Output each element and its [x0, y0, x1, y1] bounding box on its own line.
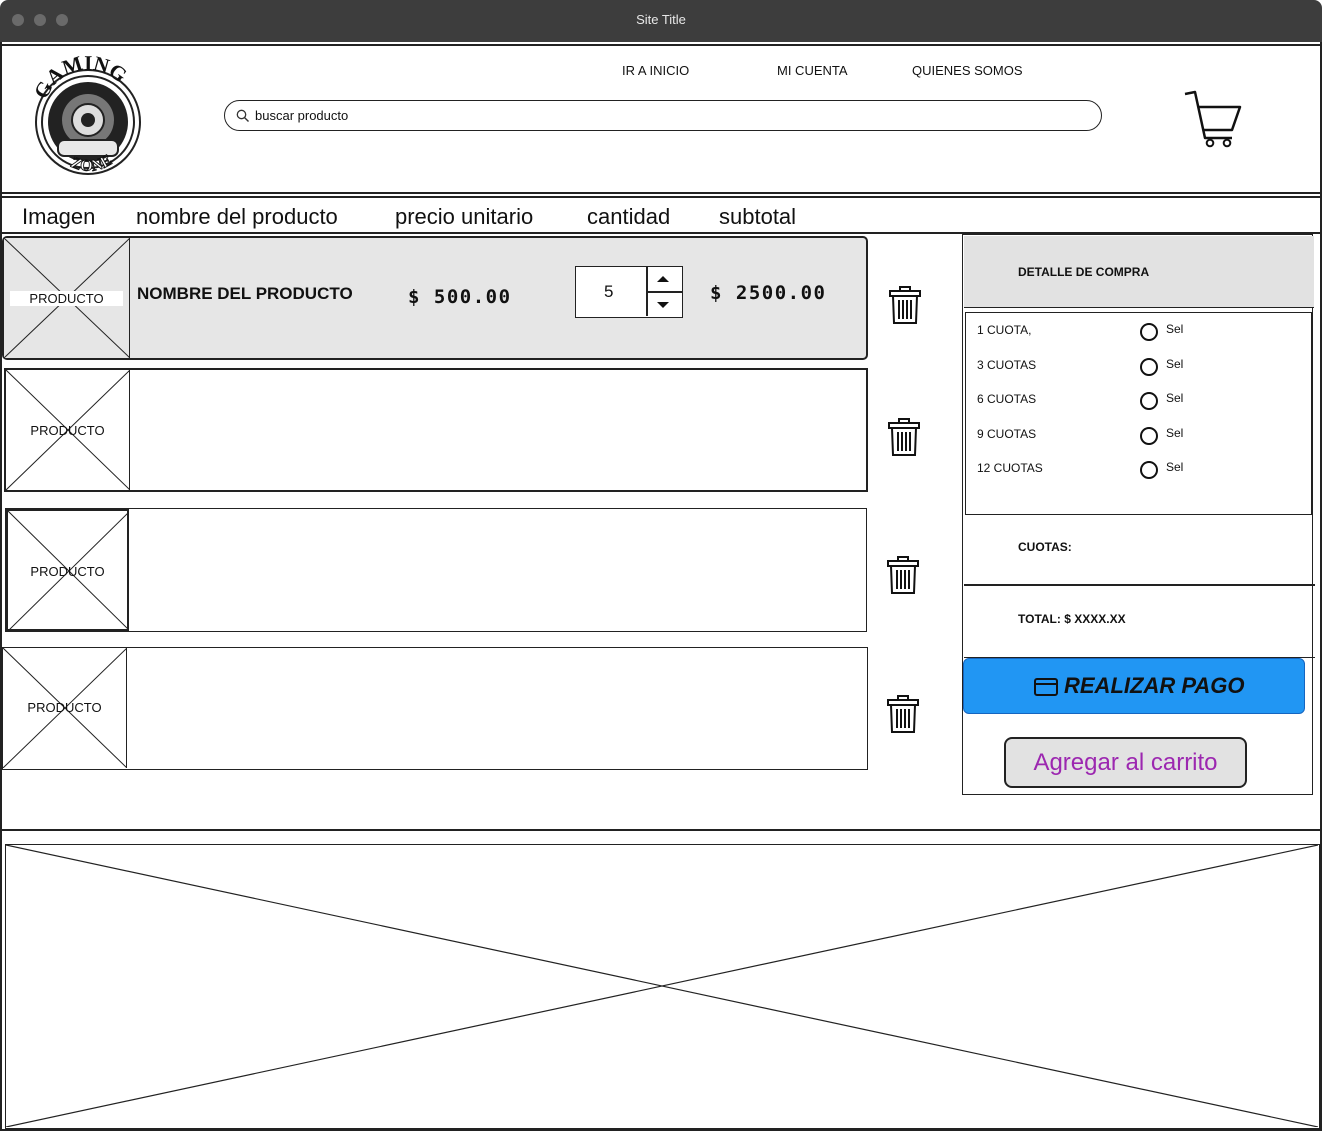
- cart-item-row[interactable]: PRODUCTO: [5, 508, 867, 632]
- window-title: Site Title: [636, 12, 686, 27]
- pay-button-label: REALIZAR PAGO: [1064, 673, 1245, 698]
- quantity-value: 5: [604, 282, 614, 301]
- nav-about-link[interactable]: QUIENES SOMOS: [912, 63, 1023, 78]
- cart-column-headers: Imagen nombre del producto precio unitar…: [0, 196, 1322, 234]
- cuotas-label: CUOTAS:: [1018, 540, 1072, 554]
- cart-item-row[interactable]: PRODUCTO: [2, 647, 868, 770]
- banner-image-placeholder: [5, 844, 1320, 1129]
- search-input[interactable]: buscar producto: [224, 100, 1102, 131]
- search-input-value: buscar producto: [255, 108, 349, 123]
- installment-option[interactable]: 12 CUOTAS Sel: [966, 459, 1306, 489]
- product-image-label: PRODUCTO: [30, 423, 105, 438]
- installment-label: 12 CUOTAS: [977, 461, 1043, 475]
- pay-button[interactable]: REALIZAR PAGO: [963, 658, 1305, 714]
- quantity-stepper[interactable]: 5: [575, 266, 683, 318]
- column-header-name: nombre del producto: [136, 204, 338, 229]
- product-image-label: PRODUCTO: [27, 700, 102, 715]
- product-name: NOMBRE DEL PRODUCTO: [137, 284, 353, 303]
- cart-item-row[interactable]: PRODUCTO: [4, 368, 868, 492]
- trash-icon[interactable]: [888, 285, 922, 325]
- summary-header: DETALLE DE COMPRA: [964, 236, 1314, 308]
- radio-button[interactable]: [1140, 358, 1158, 376]
- installment-label: 3 CUOTAS: [977, 358, 1037, 372]
- product-image-placeholder: PRODUCTO: [6, 370, 130, 490]
- installment-label: 9 CUOTAS: [977, 427, 1037, 441]
- radio-button[interactable]: [1140, 392, 1158, 410]
- installments-group: 1 CUOTA, Sel 3 CUOTAS Sel 6 CUOTAS Sel 9…: [965, 312, 1312, 515]
- radio-option-label: Sel: [1166, 357, 1184, 371]
- product-image-placeholder: PRODUCTO: [6, 509, 129, 631]
- chevron-up-icon[interactable]: [657, 275, 669, 283]
- summary-title: DETALLE DE COMPRA: [1018, 265, 1150, 279]
- installment-option[interactable]: 1 CUOTA, Sel: [966, 321, 1306, 351]
- radio-button[interactable]: [1140, 427, 1158, 445]
- installment-label: 6 CUOTAS: [977, 392, 1037, 406]
- column-header-quantity: cantidad: [587, 204, 671, 229]
- installments-summary: CUOTAS:: [964, 516, 1315, 586]
- installment-option[interactable]: 3 CUOTAS Sel: [966, 356, 1306, 386]
- nav-account-link[interactable]: MI CUENTA: [777, 63, 848, 78]
- radio-option-label: Sel: [1166, 460, 1184, 474]
- search-icon: [236, 109, 249, 122]
- product-image-label: PRODUCTO: [10, 291, 123, 306]
- product-subtotal: $ 2500.00: [710, 282, 827, 304]
- installment-label: 1 CUOTA,: [977, 323, 1032, 337]
- product-image-placeholder: PRODUCTO: [3, 648, 127, 768]
- product-image-label: PRODUCTO: [30, 564, 105, 579]
- trash-icon[interactable]: [886, 694, 920, 734]
- column-header-unit-price: precio unitario: [395, 204, 534, 229]
- product-unit-price: $ 500.00: [408, 286, 512, 308]
- column-header-image: Imagen: [22, 204, 96, 229]
- site-logo[interactable]: GAMING ZONE: [28, 51, 148, 182]
- total-label: TOTAL: $ XXXX.XX: [1018, 612, 1126, 626]
- trash-icon[interactable]: [886, 555, 920, 595]
- radio-button[interactable]: [1140, 461, 1158, 479]
- radio-option-label: Sel: [1166, 391, 1184, 405]
- chevron-down-icon[interactable]: [657, 301, 669, 309]
- window-titlebar: Site Title: [0, 0, 1322, 42]
- add-to-cart-button[interactable]: Agregar al carrito: [1004, 737, 1247, 788]
- footer-divider: [2, 829, 1320, 831]
- radio-option-label: Sel: [1166, 322, 1184, 336]
- column-header-subtotal: subtotal: [719, 204, 797, 229]
- installment-option[interactable]: 9 CUOTAS Sel: [966, 425, 1306, 455]
- total-summary: TOTAL: $ XXXX.XX: [964, 586, 1315, 658]
- installment-option[interactable]: 6 CUOTAS Sel: [966, 390, 1306, 420]
- cart-icon[interactable]: [1182, 88, 1244, 148]
- radio-button[interactable]: [1140, 323, 1158, 341]
- cart-item-row[interactable]: PRODUCTO NOMBRE DEL PRODUCTO $ 500.00 5 …: [2, 236, 868, 360]
- radio-option-label: Sel: [1166, 426, 1184, 440]
- product-image-placeholder: PRODUCTO: [4, 238, 130, 358]
- credit-card-icon: [1034, 678, 1058, 696]
- nav-home-link[interactable]: IR A INICIO: [622, 63, 689, 78]
- trash-icon[interactable]: [887, 417, 921, 457]
